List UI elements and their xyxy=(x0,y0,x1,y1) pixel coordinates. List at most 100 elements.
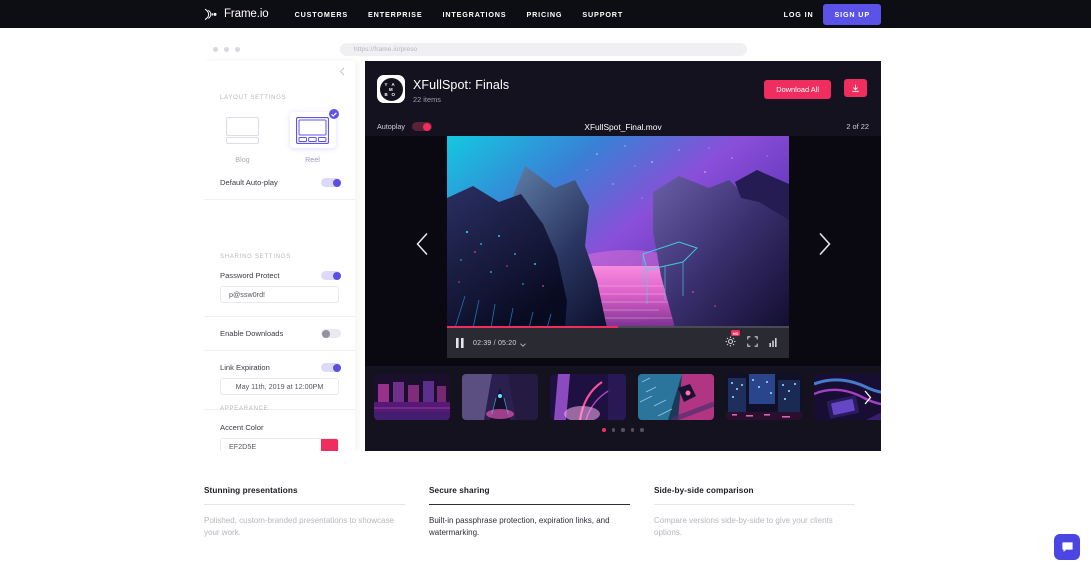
collapse-panel-button[interactable] xyxy=(337,66,347,76)
section-divider xyxy=(204,199,355,200)
pagination-dot[interactable] xyxy=(640,428,644,432)
window-minimize-dot[interactable] xyxy=(224,47,229,52)
thumbnail-list xyxy=(374,374,881,420)
accent-color-value: EF2D5E xyxy=(229,442,257,451)
pause-button[interactable] xyxy=(456,338,464,348)
thumbnail-item[interactable] xyxy=(374,374,450,420)
video-artwork xyxy=(447,136,789,328)
brand-logo[interactable]: Frame.io xyxy=(204,8,269,21)
thumbnail-artwork xyxy=(550,374,626,420)
video-controls-bar: 02:39 / 05:20 HD xyxy=(447,326,789,358)
appearance-title: APPEARANCE xyxy=(220,406,269,412)
url-bar[interactable]: https://frame.io/preso xyxy=(340,43,747,56)
pagination-dot[interactable] xyxy=(621,428,625,432)
player-header: Y A M B O XFullSpot: Finals 22 items Dow… xyxy=(365,61,881,117)
gear-icon xyxy=(725,336,736,347)
feature-rule xyxy=(654,504,855,505)
progress-fill xyxy=(447,326,618,328)
nav-inner: Frame.io CUSTOMERS ENTERPRISE INTEGRATIO… xyxy=(204,0,881,28)
feature-body: Compare versions side-by-side to give yo… xyxy=(654,516,833,538)
nav-link-support[interactable]: SUPPORT xyxy=(572,10,633,19)
fullscreen-button[interactable] xyxy=(747,334,758,352)
thumbnail-item[interactable] xyxy=(462,374,538,420)
password-protect-label: Password Protect xyxy=(220,271,280,280)
video-stage: 02:39 / 05:20 HD xyxy=(365,136,881,366)
thumbnail-item[interactable] xyxy=(726,374,802,420)
link-expiration-label: Link Expiration xyxy=(220,363,270,372)
thumbnails-next-button[interactable] xyxy=(858,386,876,408)
chevron-left-icon xyxy=(339,67,345,75)
enable-downloads-toggle[interactable] xyxy=(321,329,341,338)
feature-title: Side-by-side comparison xyxy=(654,486,754,495)
project-title: XFullSpot: Finals xyxy=(413,78,510,92)
blog-layout-icon xyxy=(226,116,259,144)
download-icon-button[interactable] xyxy=(844,79,867,97)
layout-option-reel-box[interactable] xyxy=(289,112,336,148)
accent-color-label: Accent Color xyxy=(220,423,264,432)
pause-icon xyxy=(456,338,464,348)
feature-rule xyxy=(204,504,405,505)
thumbnail-artwork xyxy=(462,374,538,420)
video-frame[interactable] xyxy=(447,136,789,328)
enable-downloads-row: Enable Downloads xyxy=(204,329,355,338)
default-autoplay-toggle[interactable] xyxy=(321,178,341,187)
quality-badge: HD xyxy=(731,330,740,336)
window-maximize-dot[interactable] xyxy=(235,47,240,52)
login-link[interactable]: LOG IN xyxy=(784,10,814,19)
link-expiration-toggle[interactable] xyxy=(321,363,341,372)
url-text: https://frame.io/preso xyxy=(354,46,418,53)
accent-color-swatch[interactable] xyxy=(321,439,338,451)
fullscreen-icon xyxy=(747,336,758,347)
volume-button[interactable] xyxy=(769,334,779,352)
toggle-knob xyxy=(321,329,330,338)
video-controls-right: HD xyxy=(725,330,779,352)
pagination-dot[interactable] xyxy=(602,428,606,432)
feature-side-by-side-comparison[interactable]: Side-by-side comparison Compare versions… xyxy=(654,486,879,540)
logo-monogram-circle: Y A M B O xyxy=(379,77,403,101)
thumbnail-item[interactable] xyxy=(550,374,626,420)
nav-right-actions: LOG IN SIGN UP xyxy=(784,0,881,28)
accent-color-input[interactable]: EF2D5E xyxy=(220,438,339,451)
pagination-dot[interactable] xyxy=(611,428,616,432)
settings-panel: LAYOUT SETTINGS Blog Reel Default Auto-p… xyxy=(204,61,355,451)
section-divider xyxy=(204,316,355,317)
window-close-dot[interactable] xyxy=(213,47,218,52)
download-all-button[interactable]: Download All xyxy=(764,80,831,99)
password-protect-toggle[interactable] xyxy=(321,271,341,280)
layout-option-reel[interactable]: Reel xyxy=(286,109,339,164)
previous-item-button[interactable] xyxy=(407,224,437,264)
layout-option-blog-box[interactable] xyxy=(220,112,266,148)
check-icon xyxy=(331,111,337,117)
pagination-dot[interactable] xyxy=(630,428,635,432)
expiration-date-input[interactable]: May 11th, 2019 at 12:00PM xyxy=(220,378,339,395)
browser-mockup: https://frame.io/preso LAYOUT SETTINGS B… xyxy=(204,38,881,451)
thumbnail-filmstrip xyxy=(365,366,881,451)
quality-settings-button[interactable]: HD xyxy=(725,330,740,352)
toggle-knob xyxy=(332,178,341,187)
brand-name: Frame.io xyxy=(224,8,269,20)
feature-title: Stunning presentations xyxy=(204,486,298,495)
chat-widget-button[interactable] xyxy=(1054,534,1080,560)
section-divider xyxy=(204,350,355,351)
playback-speed-dropdown[interactable] xyxy=(520,334,527,352)
progress-track[interactable] xyxy=(447,326,789,328)
nav-link-integrations[interactable]: INTEGRATIONS xyxy=(432,10,516,19)
nav-links: CUSTOMERS ENTERPRISE INTEGRATIONS PRICIN… xyxy=(285,10,633,19)
sharing-settings-title: SHARING SETTINGS xyxy=(220,254,292,260)
download-icon xyxy=(852,84,859,92)
feature-secure-sharing[interactable]: Secure sharing Built-in passphrase prote… xyxy=(429,486,654,540)
layout-settings-title: LAYOUT SETTINGS xyxy=(220,95,287,101)
toggle-knob xyxy=(332,271,341,280)
nav-link-customers[interactable]: CUSTOMERS xyxy=(285,10,358,19)
thumbnail-item[interactable] xyxy=(638,374,714,420)
signup-button[interactable]: SIGN UP xyxy=(823,3,881,25)
logo-letter-b: B xyxy=(384,91,388,97)
layout-option-blog[interactable]: Blog xyxy=(216,112,269,164)
password-input[interactable]: p@ssw0rd! xyxy=(220,286,339,303)
nav-link-pricing[interactable]: PRICING xyxy=(516,10,572,19)
item-counter: 2 of 22 xyxy=(846,122,869,131)
link-expiration-row: Link Expiration xyxy=(204,363,355,372)
feature-stunning-presentations[interactable]: Stunning presentations Polished, custom-… xyxy=(204,486,429,540)
nav-link-enterprise[interactable]: ENTERPRISE xyxy=(358,10,432,19)
next-item-button[interactable] xyxy=(809,224,839,264)
